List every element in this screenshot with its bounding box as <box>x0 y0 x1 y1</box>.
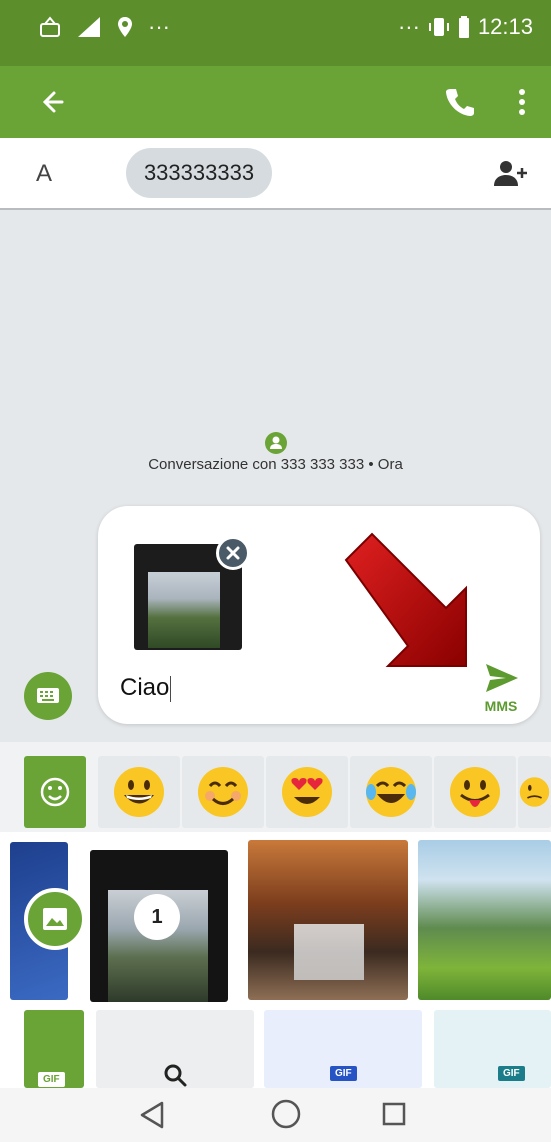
overflow-dots-icon: ··· <box>397 14 420 39</box>
media-thumbnail[interactable] <box>418 840 551 1000</box>
status-bar: ··· ··· 12:13 <box>0 0 551 66</box>
conversation-area: Conversazione con 333 333 333 • Ora Ciao… <box>0 210 551 742</box>
phone-icon[interactable] <box>438 80 482 124</box>
status-left-icons: ··· <box>38 14 170 40</box>
gif-label: GIF <box>38 1072 65 1087</box>
media-gallery: 1 <box>0 832 551 1010</box>
overflow-dots-icon: ··· <box>148 14 170 39</box>
red-arrow-annotation <box>344 532 467 667</box>
home-circle-icon[interactable] <box>270 1098 302 1130</box>
recipient-row: A 333333333 <box>0 138 551 210</box>
status-right-icons: ··· 12:13 <box>398 14 533 40</box>
gif-tab[interactable]: GIF <box>434 1010 551 1088</box>
contact-avatar-icon <box>265 432 287 454</box>
recents-square-icon[interactable] <box>380 1100 408 1128</box>
location-icon <box>118 17 132 37</box>
gif-category-tab[interactable]: GIF <box>24 1010 84 1088</box>
smile-icon <box>40 777 70 807</box>
heart-eyes-emoji[interactable] <box>266 756 348 828</box>
gif-label: GIF <box>330 1066 357 1081</box>
image-icon <box>43 908 67 930</box>
text-caret <box>170 675 172 702</box>
battery-icon <box>458 16 469 38</box>
app-bar <box>0 66 551 138</box>
hotspot-icon <box>40 16 60 37</box>
to-label: A <box>36 160 53 187</box>
tongue-emoji[interactable] <box>434 756 516 828</box>
gif-tab[interactable]: GIF <box>264 1010 422 1088</box>
send-mms-button[interactable]: MMS <box>478 656 524 716</box>
vibrate-icon <box>428 18 449 36</box>
more-vert-icon[interactable] <box>500 80 544 124</box>
keyboard-toggle-button[interactable] <box>24 672 72 720</box>
back-triangle-icon[interactable] <box>138 1100 166 1130</box>
waterfall-image <box>294 924 364 980</box>
recipient-chip[interactable]: 333333333 <box>126 148 272 198</box>
back-arrow-icon[interactable] <box>32 80 76 124</box>
attachment-image <box>148 572 220 648</box>
remove-attachment-button[interactable] <box>216 536 250 570</box>
search-icon <box>164 1064 187 1087</box>
conversation-info: Conversazione con 333 333 333 • Ora <box>148 456 403 473</box>
message-input[interactable]: Ciao <box>120 674 172 702</box>
media-thumbnail-selected[interactable]: 1 <box>90 850 228 1002</box>
selection-count-badge: 1 <box>134 894 180 940</box>
gif-label: GIF <box>498 1066 525 1081</box>
close-icon <box>226 546 240 560</box>
navigation-bar <box>0 1088 551 1142</box>
grin-emoji[interactable] <box>98 756 180 828</box>
keyboard-icon <box>37 688 59 703</box>
gif-search-tab[interactable] <box>96 1010 254 1088</box>
attachment-tabs: GIF GIF GIF <box>0 1010 551 1088</box>
gallery-button[interactable] <box>24 888 86 950</box>
media-thumbnail[interactable] <box>248 840 408 1000</box>
tears-of-joy-emoji[interactable] <box>350 756 432 828</box>
message-text: Ciao <box>120 674 170 701</box>
send-icon <box>486 664 518 692</box>
add-person-icon[interactable] <box>490 156 530 192</box>
send-mms-label: MMS <box>484 698 518 714</box>
status-time: 12:13 <box>477 14 533 39</box>
emoji-bar <box>0 742 551 832</box>
smiling-emoji[interactable] <box>182 756 264 828</box>
confused-emoji[interactable] <box>518 756 551 828</box>
emoji-category-button[interactable] <box>24 756 86 828</box>
compose-card: Ciao MMS <box>98 506 540 724</box>
signal-icon <box>78 17 100 37</box>
